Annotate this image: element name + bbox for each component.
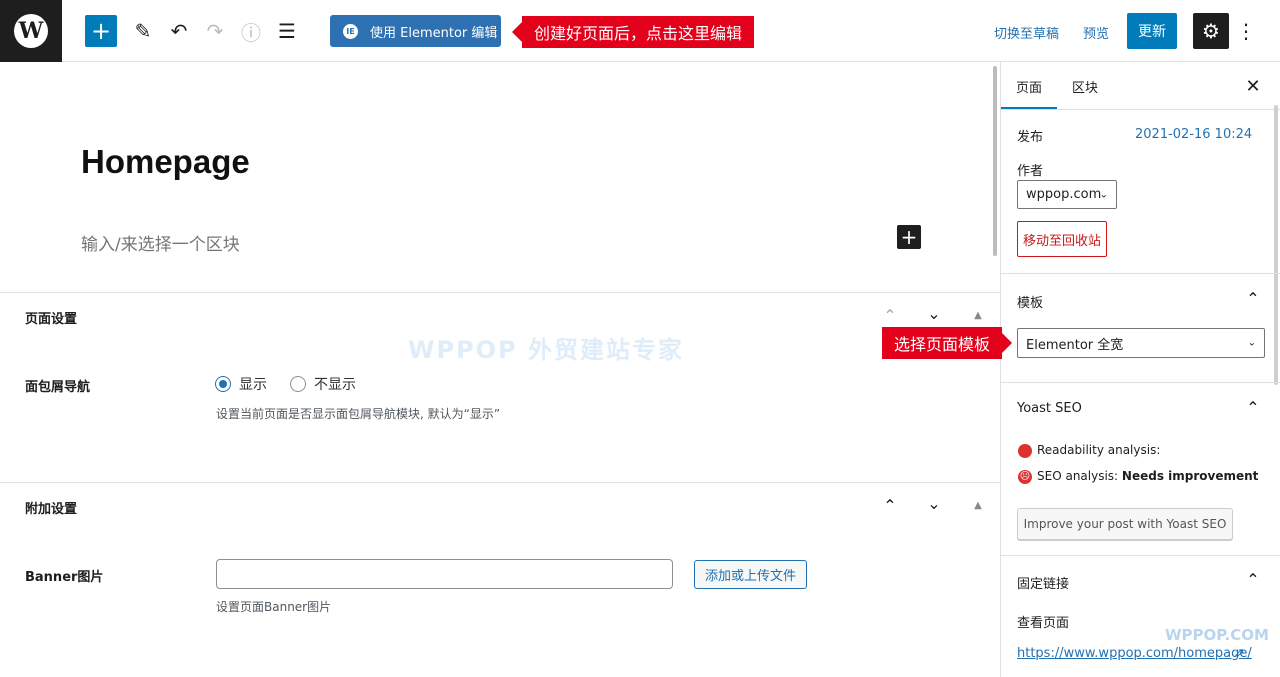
radio-hide-label: 不显示: [314, 377, 356, 393]
template-callout-text: 选择页面模板: [894, 335, 991, 354]
chevron-down-icon: ⌄: [1247, 337, 1256, 349]
switch-to-draft-link[interactable]: 切换至草稿: [994, 23, 1059, 42]
move-up-icon[interactable]: ⌃: [880, 306, 900, 325]
template-callout: 选择页面模板: [882, 327, 1013, 359]
radio-unchecked-icon: [290, 376, 306, 392]
tab-page[interactable]: 页面: [1001, 62, 1057, 110]
inline-add-block-icon[interactable]: +: [897, 225, 921, 249]
list-view-icon[interactable]: ☰: [271, 15, 303, 47]
chevron-down-icon: ⌄: [1099, 189, 1108, 200]
sidebar-divider: [1001, 273, 1280, 274]
preview-link[interactable]: 预览: [1083, 23, 1109, 42]
breadcrumb-field-label: 面包屑导航: [25, 380, 91, 395]
permalink-section-title[interactable]: 固定链接: [1017, 573, 1069, 592]
undo-icon[interactable]: ↶: [163, 15, 195, 47]
add-upload-file-button[interactable]: 添加或上传文件: [694, 560, 807, 589]
yoast-section-title[interactable]: Yoast SEO: [1017, 401, 1082, 416]
elementor-callout-text: 创建好页面后，点击这里编辑: [534, 24, 743, 43]
wordpress-icon: W: [14, 14, 48, 48]
chevron-up-icon[interactable]: ⌃: [1243, 289, 1263, 308]
add-block-icon[interactable]: +: [85, 15, 117, 47]
elementor-button-label: 使用 Elementor 编辑: [370, 25, 498, 41]
chevron-up-icon[interactable]: ⌃: [1243, 398, 1263, 417]
elementor-callout: 创建好页面后，点击这里编辑: [511, 16, 755, 48]
author-select[interactable]: wppop.com ⌄: [1017, 180, 1117, 209]
tools-pencil-icon[interactable]: ✎: [127, 15, 159, 47]
sidebar-divider: [1001, 555, 1280, 556]
publish-date-link[interactable]: 2021-02-16 10:24: [1135, 127, 1252, 142]
editor-header: W + ✎ ↶ ↷ ⓘ ☰ IE 使用 Elementor 编辑 创建好页面后，…: [0, 0, 1280, 62]
move-up-icon[interactable]: ⌃: [880, 496, 900, 515]
publish-label: 发布: [1017, 130, 1044, 145]
update-button[interactable]: 更新: [1127, 13, 1177, 49]
external-link-icon: ⇗: [1234, 646, 1245, 661]
elementor-icon: IE: [343, 23, 358, 39]
settings-gear-icon[interactable]: ⚙: [1193, 13, 1229, 49]
page-title[interactable]: Homepage: [81, 143, 250, 181]
page-settings-metabox: [0, 292, 1000, 482]
editor-scrollbar[interactable]: [993, 66, 997, 256]
breadcrumb-description: 设置当前页面是否显示面包屑导航模块, 默认为“显示”: [216, 407, 501, 421]
watermark-corner: WPPOP.COM: [1165, 626, 1269, 644]
move-down-icon[interactable]: ⌄: [924, 494, 944, 513]
chevron-up-icon[interactable]: ⌃: [1243, 570, 1263, 589]
permalink-url-link[interactable]: https://www.wppop.com/homepage/: [1017, 646, 1252, 661]
tab-block[interactable]: 区块: [1059, 62, 1111, 110]
sidebar-scrollbar[interactable]: [1274, 105, 1278, 385]
sidebar-divider: [1001, 109, 1280, 110]
banner-description: 设置页面Banner图片: [216, 600, 332, 614]
template-select[interactable]: Elementor 全宽 ⌄: [1017, 328, 1265, 358]
wordpress-logo[interactable]: W: [0, 0, 62, 62]
radio-hide[interactable]: 不显示: [290, 374, 356, 394]
collapse-toggle-icon[interactable]: ▲: [968, 500, 988, 511]
move-to-trash-button[interactable]: 移动至回收站: [1017, 221, 1107, 257]
more-options-icon[interactable]: ⋮: [1236, 18, 1256, 44]
watermark: WPPOP 外贸建站专家: [408, 336, 684, 364]
sidebar-divider: [1001, 382, 1280, 383]
seo-analysis-value: Needs improvement: [1121, 469, 1259, 483]
close-icon[interactable]: ✕: [1243, 74, 1263, 98]
page-settings-title[interactable]: 页面设置: [25, 308, 77, 327]
radio-show[interactable]: 显示: [215, 374, 267, 394]
banner-field-label: Banner图片: [25, 570, 104, 585]
improve-yoast-button[interactable]: Improve your post with Yoast SEO: [1017, 508, 1233, 540]
template-value: Elementor 全宽: [1026, 337, 1124, 353]
edit-with-elementor-button[interactable]: IE 使用 Elementor 编辑: [330, 15, 501, 47]
block-placeholder[interactable]: 输入/来选择一个区块: [81, 230, 240, 255]
author-value: wppop.com: [1026, 187, 1102, 202]
extra-settings-title[interactable]: 附加设置: [25, 498, 77, 517]
collapse-toggle-icon[interactable]: ▲: [968, 310, 988, 321]
seo-sad-face-icon: ☹: [1018, 470, 1032, 484]
template-section-title[interactable]: 模板: [1017, 292, 1043, 311]
banner-url-input[interactable]: [216, 559, 673, 589]
radio-show-label: 显示: [239, 377, 267, 393]
view-page-label: 查看页面: [1017, 616, 1070, 631]
info-icon[interactable]: ⓘ: [235, 15, 267, 47]
readability-label: Readability analysis:: [1037, 443, 1161, 457]
author-label: 作者: [1017, 164, 1044, 179]
seo-analysis: SEO analysis: Needs improvement: [1037, 469, 1258, 483]
seo-analysis-label: SEO analysis:: [1037, 469, 1119, 483]
readability-status-icon: [1018, 444, 1032, 458]
radio-checked-icon: [215, 376, 231, 392]
redo-icon[interactable]: ↷: [199, 15, 231, 47]
move-down-icon[interactable]: ⌄: [924, 304, 944, 323]
